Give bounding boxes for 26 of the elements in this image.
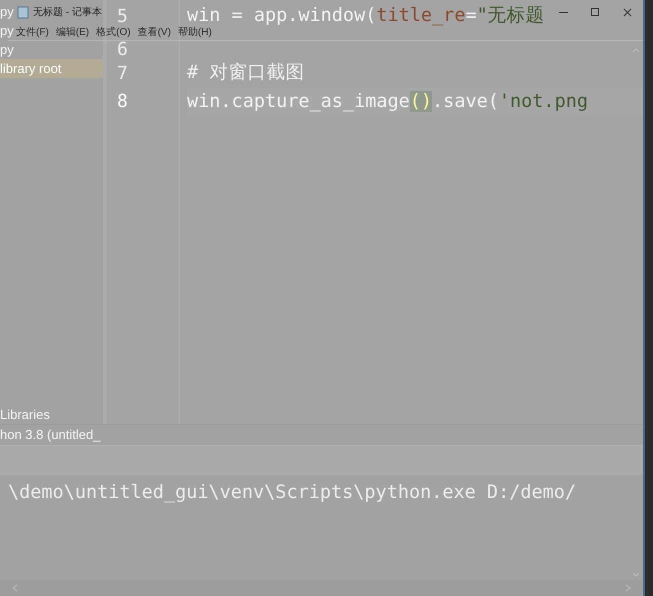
code-line: win.capture_as_image().save('not.png <box>187 92 588 112</box>
tree-item[interactable]: py <box>0 21 14 40</box>
tree-item[interactable]: Libraries <box>0 405 50 424</box>
menu-item[interactable]: 文件(F) <box>16 27 49 39</box>
menu-item[interactable]: 格式(O) <box>96 27 131 39</box>
code-line: # 对窗口截图 <box>187 63 304 84</box>
code-line: win = app.window(title_re="无标题 <box>187 6 545 26</box>
close-icon <box>622 8 632 16</box>
menu-item[interactable]: 查看(V) <box>138 27 171 39</box>
scroll-up-icon[interactable] <box>632 47 640 53</box>
menu-item[interactable]: 编辑(E) <box>56 27 90 39</box>
scroll-down-icon[interactable] <box>632 572 640 578</box>
window-title: 无标题 - 记事本 <box>33 6 102 20</box>
line-number: 7 <box>117 64 128 83</box>
line-number: 6 <box>117 40 128 59</box>
line-number: 8 <box>117 92 128 112</box>
scroll-right-icon[interactable] <box>625 584 631 592</box>
console-line: \demo\untitled_gui\venv\Scripts\python.exe D:/demo/ <box>8 481 578 505</box>
menu-item[interactable]: 帮助(H) <box>178 27 212 39</box>
line-number: 5 <box>117 6 128 26</box>
tree-item[interactable]: hon 3.8 (untitled_ <box>0 425 100 444</box>
tree-item[interactable]: py <box>0 40 14 59</box>
tree-item[interactable]: library root <box>0 59 103 78</box>
scroll-left-icon[interactable] <box>12 584 18 592</box>
notepad-icon <box>17 6 29 19</box>
tree-item[interactable]: py <box>0 2 14 21</box>
